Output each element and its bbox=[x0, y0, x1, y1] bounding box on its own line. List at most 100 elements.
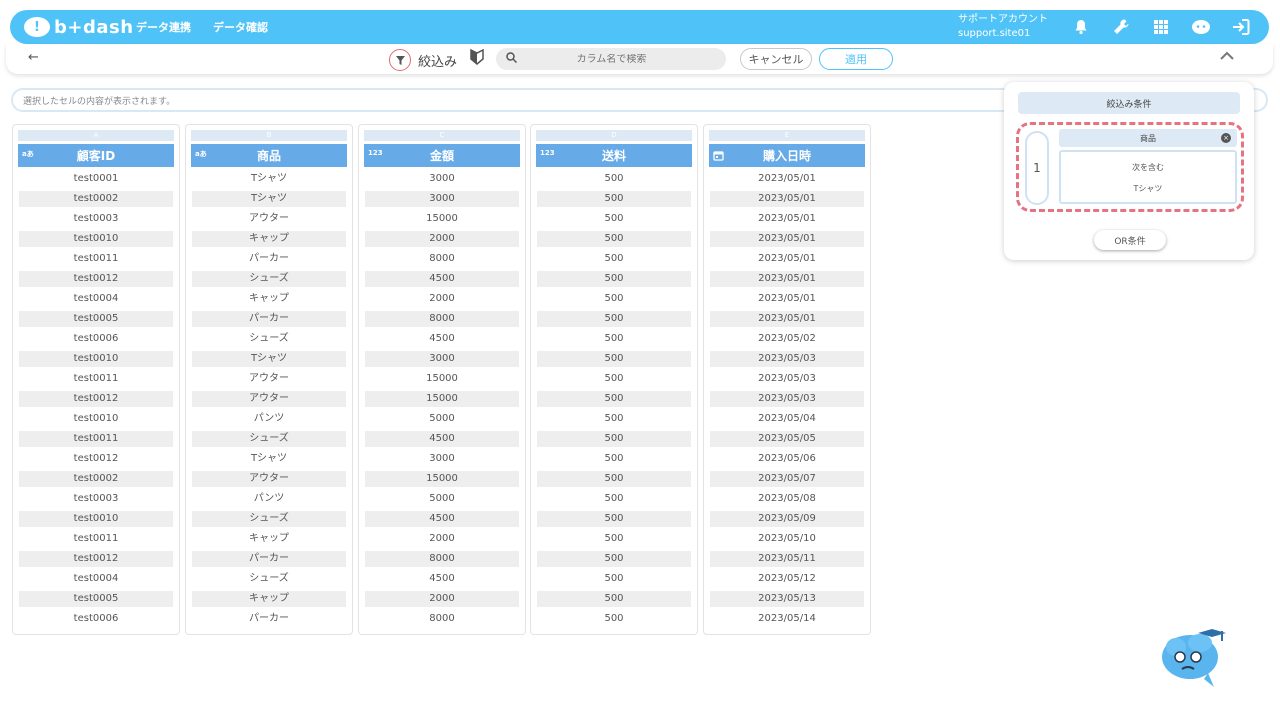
remove-condition-close-icon[interactable]: × bbox=[1221, 133, 1231, 143]
collapse-chevron-up-icon[interactable] bbox=[1220, 49, 1234, 65]
table-cell[interactable]: キャップ bbox=[192, 591, 346, 607]
table-cell[interactable]: 2023/05/03 bbox=[710, 371, 864, 387]
table-cell[interactable]: test0012 bbox=[19, 391, 173, 407]
table-cell[interactable]: test0010 bbox=[19, 231, 173, 247]
logo[interactable]: ! b+dash bbox=[24, 17, 134, 38]
table-cell[interactable]: アウター bbox=[192, 211, 346, 227]
table-cell[interactable]: 3000 bbox=[365, 451, 519, 467]
table-cell[interactable]: 15000 bbox=[365, 471, 519, 487]
table-cell[interactable]: 4500 bbox=[365, 431, 519, 447]
table-cell[interactable]: 500 bbox=[537, 511, 691, 527]
table-cell[interactable]: 5000 bbox=[365, 491, 519, 507]
table-cell[interactable]: 8000 bbox=[365, 551, 519, 567]
table-cell[interactable]: test0002 bbox=[19, 191, 173, 207]
table-cell[interactable]: 2023/05/01 bbox=[710, 291, 864, 307]
table-cell[interactable]: 500 bbox=[537, 571, 691, 587]
table-cell[interactable]: 500 bbox=[537, 591, 691, 607]
table-cell[interactable]: 2023/05/01 bbox=[710, 171, 864, 187]
cancel-button[interactable]: キャンセル bbox=[740, 48, 812, 70]
table-cell[interactable]: パーカー bbox=[192, 551, 346, 567]
table-cell[interactable]: 500 bbox=[537, 211, 691, 227]
mascot-assistant-icon[interactable] bbox=[1160, 625, 1228, 691]
table-cell[interactable]: パンツ bbox=[192, 411, 346, 427]
table-cell[interactable]: 2023/05/10 bbox=[710, 531, 864, 547]
table-cell[interactable]: シューズ bbox=[192, 511, 346, 527]
column-header[interactable]: 123 金額 bbox=[364, 144, 520, 167]
column-header[interactable]: 123 送料 bbox=[536, 144, 692, 167]
table-cell[interactable]: test0010 bbox=[19, 411, 173, 427]
table-cell[interactable]: 2023/05/02 bbox=[710, 331, 864, 347]
nav-data-check[interactable]: データ確認 bbox=[213, 19, 268, 35]
column-header[interactable]: aあ 顧客ID bbox=[18, 144, 174, 167]
table-cell[interactable]: 2023/05/01 bbox=[710, 271, 864, 287]
table-cell[interactable]: 500 bbox=[537, 451, 691, 467]
table-cell[interactable]: 500 bbox=[537, 251, 691, 267]
grid-icon[interactable] bbox=[1148, 15, 1174, 39]
table-cell[interactable]: 500 bbox=[537, 311, 691, 327]
column-letter[interactable]: B bbox=[191, 130, 347, 141]
table-cell[interactable]: 2023/05/13 bbox=[710, 591, 864, 607]
table-cell[interactable]: 2000 bbox=[365, 531, 519, 547]
table-cell[interactable]: 15000 bbox=[365, 211, 519, 227]
table-cell[interactable]: 5000 bbox=[365, 411, 519, 427]
logout-icon[interactable] bbox=[1228, 15, 1254, 39]
table-cell[interactable]: 15000 bbox=[365, 391, 519, 407]
beginner-mark-icon[interactable] bbox=[470, 48, 486, 67]
table-cell[interactable]: パーカー bbox=[192, 311, 346, 327]
table-cell[interactable]: test0005 bbox=[19, 311, 173, 327]
table-cell[interactable]: 2000 bbox=[365, 291, 519, 307]
table-cell[interactable]: 4500 bbox=[365, 331, 519, 347]
or-condition-button[interactable]: OR条件 bbox=[1094, 230, 1166, 250]
table-cell[interactable]: 2023/05/07 bbox=[710, 471, 864, 487]
table-cell[interactable]: test0003 bbox=[19, 211, 173, 227]
table-cell[interactable]: 500 bbox=[537, 611, 691, 627]
table-cell[interactable]: 4500 bbox=[365, 271, 519, 287]
table-cell[interactable]: 500 bbox=[537, 411, 691, 427]
table-cell[interactable]: 2023/05/03 bbox=[710, 351, 864, 367]
table-cell[interactable]: 4500 bbox=[365, 511, 519, 527]
table-cell[interactable]: パーカー bbox=[192, 251, 346, 267]
table-cell[interactable]: 500 bbox=[537, 551, 691, 567]
table-cell[interactable]: 500 bbox=[537, 191, 691, 207]
table-cell[interactable]: 500 bbox=[537, 391, 691, 407]
table-cell[interactable]: 8000 bbox=[365, 251, 519, 267]
table-cell[interactable]: アウター bbox=[192, 371, 346, 387]
table-cell[interactable]: test0011 bbox=[19, 431, 173, 447]
table-cell[interactable]: 2023/05/05 bbox=[710, 431, 864, 447]
table-cell[interactable]: 2023/05/01 bbox=[710, 211, 864, 227]
table-cell[interactable]: Tシャツ bbox=[192, 451, 346, 467]
table-cell[interactable]: test0002 bbox=[19, 471, 173, 487]
table-cell[interactable]: キャップ bbox=[192, 231, 346, 247]
bell-icon[interactable] bbox=[1068, 15, 1094, 39]
table-cell[interactable]: 500 bbox=[537, 531, 691, 547]
table-cell[interactable]: 2023/05/01 bbox=[710, 311, 864, 327]
table-cell[interactable]: test0004 bbox=[19, 571, 173, 587]
table-cell[interactable]: test0012 bbox=[19, 551, 173, 567]
table-cell[interactable]: 2023/05/01 bbox=[710, 191, 864, 207]
table-cell[interactable]: 8000 bbox=[365, 611, 519, 627]
table-cell[interactable]: 2023/05/08 bbox=[710, 491, 864, 507]
table-cell[interactable]: test0011 bbox=[19, 371, 173, 387]
table-cell[interactable]: test0004 bbox=[19, 291, 173, 307]
column-letter[interactable]: E bbox=[709, 130, 865, 141]
condition-field[interactable]: 商品 × bbox=[1059, 129, 1237, 147]
table-cell[interactable]: test0003 bbox=[19, 491, 173, 507]
table-cell[interactable]: 3000 bbox=[365, 191, 519, 207]
table-cell[interactable]: Tシャツ bbox=[192, 191, 346, 207]
table-cell[interactable]: test0006 bbox=[19, 331, 173, 347]
column-header[interactable]: aあ 商品 bbox=[191, 144, 347, 167]
table-cell[interactable]: test0010 bbox=[19, 511, 173, 527]
table-cell[interactable]: test0005 bbox=[19, 591, 173, 607]
table-cell[interactable]: 3000 bbox=[365, 171, 519, 187]
table-cell[interactable]: シューズ bbox=[192, 571, 346, 587]
table-cell[interactable]: 500 bbox=[537, 491, 691, 507]
column-letter[interactable]: C bbox=[364, 130, 520, 141]
table-cell[interactable]: 500 bbox=[537, 231, 691, 247]
column-letter[interactable]: D bbox=[536, 130, 692, 141]
table-cell[interactable]: アウター bbox=[192, 391, 346, 407]
support-chat-icon[interactable] bbox=[1188, 15, 1214, 39]
back-arrow-icon[interactable]: ← bbox=[28, 50, 39, 65]
table-cell[interactable]: test0011 bbox=[19, 251, 173, 267]
table-cell[interactable]: 500 bbox=[537, 291, 691, 307]
wrench-icon[interactable] bbox=[1108, 15, 1134, 39]
